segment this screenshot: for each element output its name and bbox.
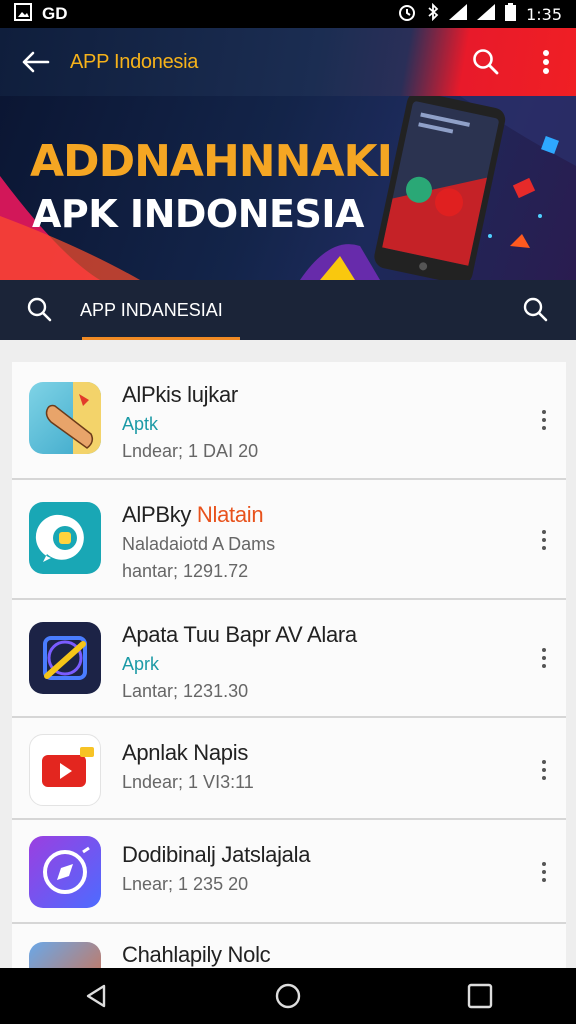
app-list: AlPkis lujkar Aptk Lndear; 1 DAI 20 AlPB… — [12, 362, 566, 970]
app-meta: hantar; 1291.72 — [122, 561, 249, 581]
app-meta: Lndear; 1 DAI 20 — [122, 441, 259, 461]
app-meta: Lnear; 1 235 20 — [122, 874, 249, 894]
search-icon — [473, 49, 499, 75]
more-vert-icon — [543, 50, 549, 74]
nav-back-button[interactable] — [66, 968, 126, 1024]
active-tab-indicator — [82, 337, 240, 340]
app-name-wrapper: AlPBky Nlatain — [122, 502, 275, 528]
app-bar: APP Indonesia — [0, 28, 576, 96]
list-item[interactable]: Apnlak Napis Lndear; 1 VI3:11 — [12, 718, 566, 820]
recents-square-icon — [467, 983, 493, 1009]
list-item[interactable]: Chahlapily Nolc — [12, 924, 566, 970]
finger-icon — [29, 382, 101, 454]
app-name: Chahlapily Nolc — [122, 942, 271, 967]
app-name: AlPkis lujkar — [122, 382, 238, 407]
back-button[interactable] — [0, 28, 70, 96]
system-nav-bar — [0, 968, 576, 1024]
bluetooth-icon — [427, 2, 439, 26]
item-more-button[interactable] — [532, 638, 556, 678]
status-bar: GD 1:35 — [0, 0, 576, 28]
home-circle-icon — [275, 983, 301, 1009]
app-type: Naladaiotd A Dams — [122, 534, 276, 554]
banner-subheadline: APK INDONESIA — [32, 192, 364, 236]
signal-2-icon — [477, 3, 496, 25]
promo-banner[interactable]: ADDNAHNNAKI APK INDONESIA — [0, 96, 576, 280]
chat-app-icon — [29, 502, 101, 574]
arrow-left-icon — [22, 51, 50, 73]
app-type: Aprk — [122, 654, 160, 674]
search-icon — [523, 297, 548, 322]
overflow-menu-button[interactable] — [516, 28, 576, 96]
app-type: Aptk — [122, 414, 159, 434]
app-name-highlight: Nlatain — [196, 502, 264, 527]
video-play-icon — [29, 734, 101, 806]
pencil-square-icon — [29, 622, 101, 694]
compass-icon — [29, 836, 101, 908]
app-meta: Lantar; 1231.30 — [122, 681, 249, 701]
alarm-icon — [397, 3, 417, 26]
search-right-button[interactable] — [496, 280, 576, 340]
clock: 1:35 — [526, 4, 562, 24]
battery-icon — [505, 2, 517, 26]
carrier-text: GD — [42, 4, 68, 23]
item-more-button[interactable] — [532, 750, 556, 790]
app-name: Dodibinalj Jatslajala — [122, 842, 311, 867]
phone-illustration — [374, 96, 506, 280]
app-name: Apata Tuu Bapr AV Alara — [122, 622, 357, 647]
photo-app-icon — [29, 942, 101, 970]
item-more-button[interactable] — [532, 520, 556, 560]
gallery-notification-icon — [14, 2, 32, 26]
list-item[interactable]: Apata Tuu Bapr AV Alara Aprk Lantar; 123… — [12, 600, 566, 718]
signal-icon — [449, 3, 468, 25]
list-item[interactable]: AlPBky Nlatain Naladaiotd A Dams hantar;… — [12, 480, 566, 600]
app-meta: Lndear; 1 VI3:11 — [122, 772, 254, 792]
list-item[interactable]: Dodibinalj Jatslajala Lnear; 1 235 20 — [12, 820, 566, 924]
banner-headline: ADDNAHNNAKI — [30, 136, 393, 187]
search-button[interactable] — [456, 28, 516, 96]
search-left-button[interactable] — [0, 280, 80, 340]
app-name: Apnlak Napis — [122, 740, 249, 765]
search-icon — [27, 297, 52, 322]
tab-app-indonesia[interactable]: APP INDANESIAI — [80, 300, 496, 321]
list-item[interactable]: AlPkis lujkar Aptk Lndear; 1 DAI 20 — [12, 362, 566, 480]
item-more-button[interactable] — [532, 400, 556, 440]
app-name: AlPBky — [122, 502, 197, 527]
nav-home-button[interactable] — [258, 968, 318, 1024]
app-title: APP Indonesia — [70, 50, 199, 73]
back-triangle-icon — [86, 984, 106, 1008]
nav-recents-button[interactable] — [450, 968, 510, 1024]
item-more-button[interactable] — [532, 852, 556, 892]
search-tab-bar: APP INDANESIAI — [0, 280, 576, 340]
